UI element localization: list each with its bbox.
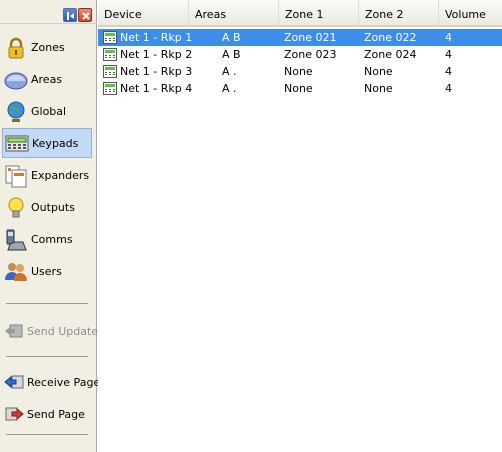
nav-comms[interactable]: Comms <box>2 225 92 254</box>
keypad-icon <box>103 65 117 78</box>
table-row[interactable]: Net 1 - Rkp 4 A . None None 4 <box>98 80 502 97</box>
cell-device: Net 1 - Rkp 1 <box>120 31 193 44</box>
globe-icon <box>4 100 28 124</box>
expander-icon <box>4 164 28 188</box>
nav-zones[interactable]: Zones <box>2 33 92 62</box>
area-icon <box>4 68 28 92</box>
cell-zone2: Zone 024 <box>364 48 417 61</box>
nav-global[interactable]: Global <box>2 97 92 126</box>
cell-volume: 4 <box>445 65 452 78</box>
nav-users[interactable]: Users <box>2 257 92 286</box>
nav-expanders[interactable]: Expanders <box>2 161 92 190</box>
cell-volume: 4 <box>445 48 452 61</box>
receive-page-icon <box>4 372 24 392</box>
users-icon <box>4 260 28 284</box>
nav-keypads[interactable]: Keypads <box>2 128 92 158</box>
cell-zone2: Zone 022 <box>364 31 417 44</box>
close-icon[interactable] <box>78 8 92 22</box>
sidebar-divider <box>6 356 88 357</box>
cell-device: Net 1 - Rkp 3 <box>120 65 193 78</box>
lock-icon <box>4 36 28 60</box>
sidebar-divider <box>6 434 88 435</box>
cell-areas: A B <box>222 48 241 61</box>
column-header-zone2[interactable]: Zone 2 <box>359 0 439 27</box>
cell-zone2: None <box>364 65 393 78</box>
cell-areas: A B <box>222 31 241 44</box>
table-row[interactable]: Net 1 - Rkp 1 A B Zone 021 Zone 022 4 <box>98 29 502 46</box>
column-header-device[interactable]: Device <box>98 0 189 27</box>
table-row[interactable]: Net 1 - Rkp 3 A . None None 4 <box>98 63 502 80</box>
phone-icon <box>4 228 28 252</box>
receive-page-button[interactable]: Receive Page <box>2 370 100 394</box>
cell-volume: 4 <box>445 82 452 95</box>
table-header: Device Areas Zone 1 Zone 2 Volume <box>98 0 502 27</box>
cell-zone2: None <box>364 82 393 95</box>
send-page-icon <box>4 404 24 424</box>
table-row[interactable]: Net 1 - Rkp 2 A B Zone 023 Zone 024 4 <box>98 46 502 63</box>
cell-volume: 4 <box>445 31 452 44</box>
cell-zone1: None <box>284 65 313 78</box>
cell-zone1: None <box>284 82 313 95</box>
keypad-icon <box>5 131 29 155</box>
send-update-button[interactable]: Send Update <box>2 319 98 343</box>
column-header-areas[interactable]: Areas <box>189 0 279 27</box>
send-update-icon <box>4 321 24 341</box>
column-header-zone1[interactable]: Zone 1 <box>279 0 359 27</box>
lightbulb-icon <box>4 196 28 220</box>
keypad-icon <box>103 31 117 44</box>
cell-areas: A . <box>222 82 237 95</box>
cell-zone1: Zone 023 <box>284 48 337 61</box>
cell-areas: A . <box>222 65 237 78</box>
cell-zone1: Zone 021 <box>284 31 337 44</box>
sidebar: Zones Areas Global Keypads Expanders Out… <box>0 0 100 452</box>
cell-device: Net 1 - Rkp 2 <box>120 48 193 61</box>
nav-outputs[interactable]: Outputs <box>2 193 92 222</box>
sidebar-header <box>0 0 97 24</box>
keypad-icon <box>103 48 117 61</box>
keypad-icon <box>103 82 117 95</box>
send-page-button[interactable]: Send Page <box>2 402 94 426</box>
cell-device: Net 1 - Rkp 4 <box>120 82 193 95</box>
nav-areas[interactable]: Areas <box>2 65 92 94</box>
pin-icon[interactable] <box>63 8 77 22</box>
column-header-volume[interactable]: Volume <box>439 0 502 27</box>
keypad-table: Device Areas Zone 1 Zone 2 Volume Net 1 … <box>98 0 502 452</box>
sidebar-divider <box>6 303 88 304</box>
